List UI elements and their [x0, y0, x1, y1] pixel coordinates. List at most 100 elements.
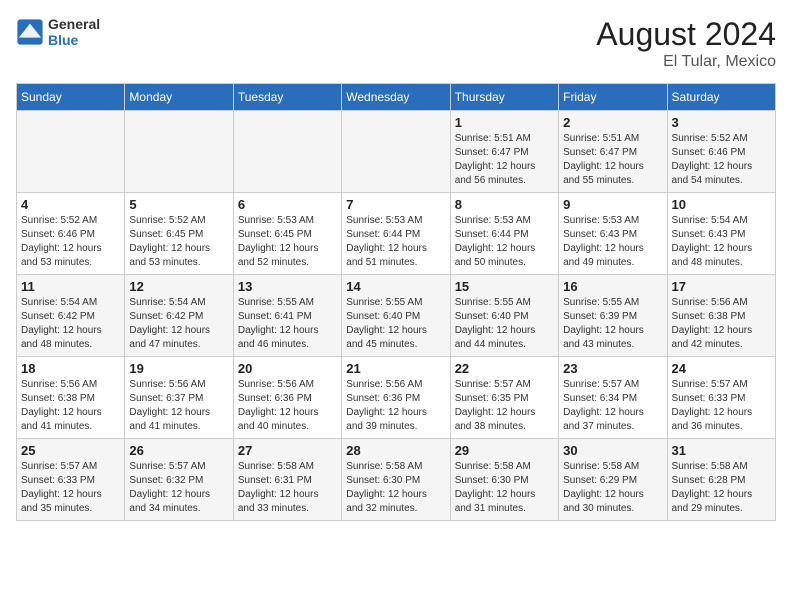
day-info: Sunrise: 5:58 AM Sunset: 6:30 PM Dayligh… — [346, 460, 445, 516]
calendar-cell: 16Sunrise: 5:55 AM Sunset: 6:39 PM Dayli… — [559, 275, 667, 357]
day-info: Sunrise: 5:55 AM Sunset: 6:40 PM Dayligh… — [346, 296, 445, 352]
calendar-cell: 2Sunrise: 5:51 AM Sunset: 6:47 PM Daylig… — [559, 111, 667, 193]
calendar-cell: 22 Sunrise: 5:57 AM Sunset: 6:35 PM Dayli… — [450, 357, 558, 439]
day-number: 10 — [672, 197, 771, 212]
calendar-cell: 6Sunrise: 5:53 AM Sunset: 6:45 PM Daylig… — [233, 193, 341, 275]
day-number: 18 — [21, 361, 120, 376]
calendar-cell: 9 Sunrise: 5:53 AM Sunset: 6:43 PM Daylig… — [559, 193, 667, 275]
day-info: Sunrise: 5:58 AM Sunset: 6:29 PM Dayligh… — [563, 460, 662, 516]
calendar-cell: 26Sunrise: 5:57 AM Sunset: 6:32 PM Dayli… — [125, 439, 233, 521]
calendar-cell: 4 Sunrise: 5:52 AM Sunset: 6:46 PM Daylig… — [17, 193, 125, 275]
calendar-cell: 14 Sunrise: 5:55 AM Sunset: 6:40 PM Dayli… — [342, 275, 450, 357]
main-title: August 2024 — [596, 16, 776, 53]
day-number: 11 — [21, 279, 120, 294]
logo-text: General Blue — [48, 16, 100, 48]
calendar-cell: 19 Sunrise: 5:56 AM Sunset: 6:37 PM Dayli… — [125, 357, 233, 439]
day-number: 1 — [455, 115, 554, 130]
weekday-header-tuesday: Tuesday — [233, 84, 341, 111]
day-number: 3 — [672, 115, 771, 130]
day-number: 7 — [346, 197, 445, 212]
calendar-week-row: 11 Sunrise: 5:54 AM Sunset: 6:42 PM Dayli… — [17, 275, 776, 357]
day-info: Sunrise: 5:56 AM Sunset: 6:36 PM Dayligh… — [238, 378, 337, 434]
calendar-week-row: 4 Sunrise: 5:52 AM Sunset: 6:46 PM Daylig… — [17, 193, 776, 275]
calendar-cell — [17, 111, 125, 193]
calendar-cell: 23Sunrise: 5:57 AM Sunset: 6:34 PM Dayli… — [559, 357, 667, 439]
calendar-cell: 25Sunrise: 5:57 AM Sunset: 6:33 PM Dayli… — [17, 439, 125, 521]
logo: General Blue — [16, 16, 100, 48]
day-info: Sunrise: 5:54 AM Sunset: 6:42 PM Dayligh… — [21, 296, 120, 352]
logo-icon — [16, 18, 44, 46]
calendar-cell: 11 Sunrise: 5:54 AM Sunset: 6:42 PM Dayli… — [17, 275, 125, 357]
calendar-cell: 5 Sunrise: 5:52 AM Sunset: 6:45 PM Daylig… — [125, 193, 233, 275]
calendar-cell: 13Sunrise: 5:55 AM Sunset: 6:41 PM Dayli… — [233, 275, 341, 357]
calendar-cell: 3 Sunrise: 5:52 AM Sunset: 6:46 PM Daylig… — [667, 111, 775, 193]
day-info: Sunrise: 5:56 AM Sunset: 6:37 PM Dayligh… — [129, 378, 228, 434]
day-info: Sunrise: 5:57 AM Sunset: 6:34 PM Dayligh… — [563, 378, 662, 434]
day-info: Sunrise: 5:55 AM Sunset: 6:41 PM Dayligh… — [238, 296, 337, 352]
day-number: 22 — [455, 361, 554, 376]
calendar-cell — [342, 111, 450, 193]
day-number: 31 — [672, 443, 771, 458]
day-number: 8 — [455, 197, 554, 212]
day-number: 30 — [563, 443, 662, 458]
day-info: Sunrise: 5:53 AM Sunset: 6:44 PM Dayligh… — [455, 214, 554, 270]
day-info: Sunrise: 5:52 AM Sunset: 6:46 PM Dayligh… — [672, 132, 771, 188]
day-number: 27 — [238, 443, 337, 458]
day-number: 26 — [129, 443, 228, 458]
day-number: 21 — [346, 361, 445, 376]
day-number: 12 — [129, 279, 228, 294]
day-number: 2 — [563, 115, 662, 130]
day-number: 4 — [21, 197, 120, 212]
weekday-header-friday: Friday — [559, 84, 667, 111]
calendar-cell: 28 Sunrise: 5:58 AM Sunset: 6:30 PM Dayli… — [342, 439, 450, 521]
calendar-cell: 7Sunrise: 5:53 AM Sunset: 6:44 PM Daylig… — [342, 193, 450, 275]
day-info: Sunrise: 5:53 AM Sunset: 6:43 PM Dayligh… — [563, 214, 662, 270]
calendar-cell: 21Sunrise: 5:56 AM Sunset: 6:36 PM Dayli… — [342, 357, 450, 439]
day-info: Sunrise: 5:57 AM Sunset: 6:33 PM Dayligh… — [672, 378, 771, 434]
day-info: Sunrise: 5:58 AM Sunset: 6:31 PM Dayligh… — [238, 460, 337, 516]
calendar-cell: 8 Sunrise: 5:53 AM Sunset: 6:44 PM Daylig… — [450, 193, 558, 275]
page-header: General Blue August 2024 El Tular, Mexic… — [16, 16, 776, 71]
calendar-cell: 17Sunrise: 5:56 AM Sunset: 6:38 PM Dayli… — [667, 275, 775, 357]
calendar-cell: 10Sunrise: 5:54 AM Sunset: 6:43 PM Dayli… — [667, 193, 775, 275]
day-info: Sunrise: 5:52 AM Sunset: 6:45 PM Dayligh… — [129, 214, 228, 270]
calendar-cell — [233, 111, 341, 193]
calendar-week-row: 18 Sunrise: 5:56 AM Sunset: 6:38 PM Dayli… — [17, 357, 776, 439]
day-number: 19 — [129, 361, 228, 376]
day-number: 25 — [21, 443, 120, 458]
calendar-table: SundayMondayTuesdayWednesdayThursdayFrid… — [16, 83, 776, 521]
day-info: Sunrise: 5:54 AM Sunset: 6:42 PM Dayligh… — [129, 296, 228, 352]
day-number: 17 — [672, 279, 771, 294]
logo-blue-text: Blue — [48, 32, 100, 48]
logo-general-text: General — [48, 16, 100, 32]
day-number: 24 — [672, 361, 771, 376]
calendar-cell: 27 Sunrise: 5:58 AM Sunset: 6:31 PM Dayli… — [233, 439, 341, 521]
weekday-header-monday: Monday — [125, 84, 233, 111]
calendar-week-row: 1 Sunrise: 5:51 AM Sunset: 6:47 PM Daylig… — [17, 111, 776, 193]
day-info: Sunrise: 5:52 AM Sunset: 6:46 PM Dayligh… — [21, 214, 120, 270]
weekday-header-wednesday: Wednesday — [342, 84, 450, 111]
calendar-cell: 18 Sunrise: 5:56 AM Sunset: 6:38 PM Dayli… — [17, 357, 125, 439]
day-number: 14 — [346, 279, 445, 294]
calendar-cell: 15 Sunrise: 5:55 AM Sunset: 6:40 PM Dayli… — [450, 275, 558, 357]
day-info: Sunrise: 5:58 AM Sunset: 6:30 PM Dayligh… — [455, 460, 554, 516]
calendar-cell — [125, 111, 233, 193]
day-number: 15 — [455, 279, 554, 294]
title-block: August 2024 El Tular, Mexico — [596, 16, 776, 71]
day-info: Sunrise: 5:53 AM Sunset: 6:45 PM Dayligh… — [238, 214, 337, 270]
day-info: Sunrise: 5:55 AM Sunset: 6:40 PM Dayligh… — [455, 296, 554, 352]
calendar-cell: 1 Sunrise: 5:51 AM Sunset: 6:47 PM Daylig… — [450, 111, 558, 193]
weekday-header-row: SundayMondayTuesdayWednesdayThursdayFrid… — [17, 84, 776, 111]
day-info: Sunrise: 5:51 AM Sunset: 6:47 PM Dayligh… — [455, 132, 554, 188]
day-number: 28 — [346, 443, 445, 458]
calendar-cell: 12 Sunrise: 5:54 AM Sunset: 6:42 PM Dayli… — [125, 275, 233, 357]
weekday-header-sunday: Sunday — [17, 84, 125, 111]
day-info: Sunrise: 5:56 AM Sunset: 6:38 PM Dayligh… — [21, 378, 120, 434]
subtitle: El Tular, Mexico — [596, 53, 776, 71]
day-info: Sunrise: 5:57 AM Sunset: 6:35 PM Dayligh… — [455, 378, 554, 434]
calendar-cell: 30 Sunrise: 5:58 AM Sunset: 6:29 PM Dayli… — [559, 439, 667, 521]
calendar-cell: 31Sunrise: 5:58 AM Sunset: 6:28 PM Dayli… — [667, 439, 775, 521]
day-number: 9 — [563, 197, 662, 212]
weekday-header-saturday: Saturday — [667, 84, 775, 111]
day-number: 5 — [129, 197, 228, 212]
